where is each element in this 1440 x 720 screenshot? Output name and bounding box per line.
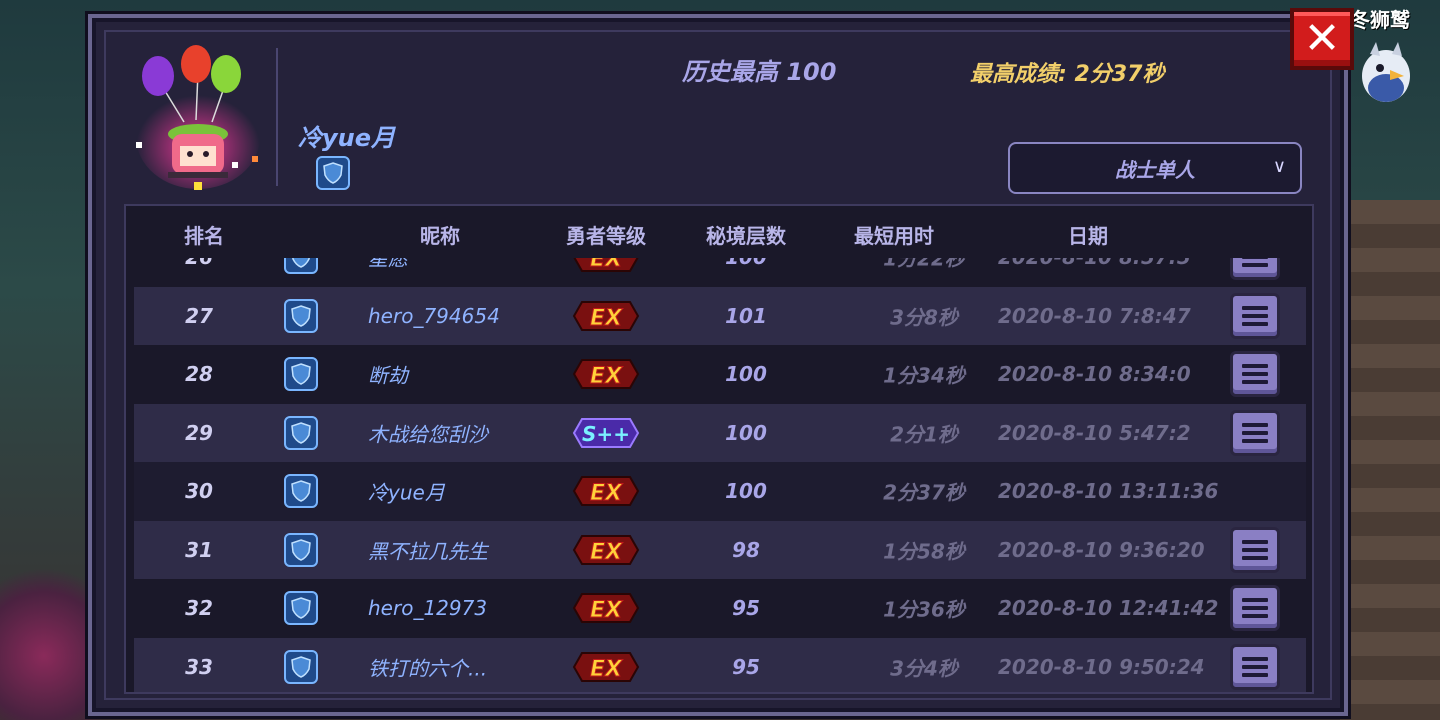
column-nickname: 昵称 bbox=[420, 224, 460, 248]
table-header: 排名 昵称 勇者等级 秘境层数 最短用时 日期 bbox=[126, 206, 1312, 258]
row-date: 2020-8-10 5:47:2 bbox=[998, 420, 1191, 445]
griffin-pet-icon bbox=[1362, 42, 1410, 102]
row-floors: 101 bbox=[725, 303, 767, 328]
mode-dropdown-label: 战士单人 bbox=[1115, 157, 1195, 182]
row-rank: 29 bbox=[185, 420, 213, 445]
table-row[interactable]: 30 冷yue月 EX 100 2分37秒 2020-8-10 13:11:36 bbox=[134, 462, 1306, 521]
svg-text:EX: EX bbox=[590, 598, 623, 623]
table-row[interactable]: 27 hero_794654 EX 101 3分8秒 2020-8-10 7:8:47 bbox=[134, 286, 1306, 345]
row-nickname[interactable]: 木战给您刮沙 bbox=[368, 418, 488, 447]
row-date: 2020-8-10 9:50:24 bbox=[998, 654, 1205, 679]
hero-level-badge-icon: EX bbox=[572, 473, 640, 509]
row-best-time: 2分1秒 bbox=[890, 422, 958, 447]
row-rank: 30 bbox=[185, 479, 213, 504]
row-nickname[interactable]: 铁打的六个... bbox=[368, 652, 487, 681]
svg-text:S++: S++ bbox=[582, 422, 630, 446]
row-nickname[interactable]: 冷yue月 bbox=[368, 477, 445, 506]
column-floors: 秘境层数 bbox=[706, 224, 786, 248]
svg-text:EX: EX bbox=[590, 657, 623, 682]
row-floors: 95 bbox=[732, 654, 760, 679]
hamburger-menu-icon[interactable] bbox=[1230, 643, 1280, 690]
hero-level-badge-icon: EX bbox=[572, 356, 640, 392]
player-name: 冷yue月 bbox=[298, 124, 396, 152]
shield-badge-icon bbox=[284, 415, 318, 450]
hero-level-badge-icon: S++ bbox=[572, 415, 640, 451]
best-time-score: 最高成绩: 2分37秒 bbox=[970, 62, 1165, 87]
column-rank: 排名 bbox=[184, 224, 224, 248]
hamburger-menu-icon[interactable] bbox=[1230, 409, 1280, 456]
hamburger-menu-icon[interactable] bbox=[1230, 351, 1280, 398]
pet-name-label: 冬狮鹫 bbox=[1350, 8, 1410, 32]
row-best-time: 2分37秒 bbox=[883, 480, 965, 505]
row-rank: 31 bbox=[185, 537, 213, 562]
row-date: 2020-8-10 7:8:47 bbox=[998, 303, 1191, 328]
hero-level-badge-icon: EX bbox=[572, 298, 640, 334]
shield-badge-icon bbox=[284, 474, 318, 509]
hero-level-badge-icon: EX bbox=[572, 532, 640, 568]
leaderboard-table[interactable]: 排名 昵称 勇者等级 秘境层数 最短用时 日期 26星愿EX1001分22秒20… bbox=[124, 204, 1314, 694]
row-best-time: 3分8秒 bbox=[890, 305, 958, 330]
close-icon: ✕ bbox=[1303, 13, 1341, 64]
shield-badge-icon bbox=[284, 532, 318, 567]
row-floors: 98 bbox=[732, 537, 760, 562]
table-row[interactable]: 28 断劫 EX 100 1分34秒 2020-8-10 8:34:0 bbox=[134, 345, 1306, 404]
row-best-time: 1分58秒 bbox=[883, 539, 965, 564]
shield-badge-icon bbox=[284, 591, 318, 626]
column-hero-level: 勇者等级 bbox=[566, 224, 646, 248]
row-rank: 33 bbox=[185, 654, 213, 679]
column-date: 日期 bbox=[1068, 224, 1108, 248]
svg-text:EX: EX bbox=[590, 364, 623, 389]
row-floors: 100 bbox=[725, 420, 767, 445]
row-date: 2020-8-10 13:11:36 bbox=[998, 479, 1219, 504]
svg-text:EX: EX bbox=[590, 540, 623, 565]
hamburger-menu-icon[interactable] bbox=[1230, 585, 1280, 632]
hero-level-badge-icon: EX bbox=[572, 649, 640, 685]
table-row[interactable]: 31 黑不拉几先生 EX 98 1分58秒 2020-8-10 9:36:20 bbox=[134, 520, 1306, 579]
row-floors: 100 bbox=[725, 479, 767, 504]
chevron-down-icon: ∨ bbox=[1272, 156, 1286, 177]
table-row[interactable]: 33 铁打的六个... EX 95 3分4秒 2020-8-10 9:50:24 bbox=[134, 637, 1306, 692]
background-wall bbox=[1340, 200, 1440, 720]
row-date: 2020-8-10 8:34:0 bbox=[998, 362, 1191, 387]
table-row[interactable]: 29 木战给您刮沙 S++ 100 2分1秒 2020-8-10 5:47:2 bbox=[134, 403, 1306, 462]
row-nickname[interactable]: 断劫 bbox=[368, 360, 408, 389]
hero-level-badge-icon: EX bbox=[572, 590, 640, 626]
hamburger-menu-icon[interactable] bbox=[1230, 292, 1280, 339]
row-rank: 32 bbox=[185, 596, 213, 621]
table-rows: 26星愿EX1001分22秒2020-8-10 8:57:527hero_794… bbox=[134, 228, 1306, 692]
svg-text:EX: EX bbox=[590, 481, 623, 506]
row-floors: 100 bbox=[725, 362, 767, 387]
header-divider bbox=[276, 48, 278, 186]
row-rank: 28 bbox=[185, 362, 213, 387]
row-date: 2020-8-10 12:41:42 bbox=[998, 596, 1219, 621]
mode-dropdown[interactable]: 战士单人 ∨ bbox=[1008, 142, 1302, 194]
shield-badge-icon bbox=[284, 649, 318, 684]
shield-badge-icon bbox=[284, 298, 318, 333]
history-best-floors: 历史最高 100 bbox=[682, 58, 837, 86]
row-best-time: 1分34秒 bbox=[883, 363, 965, 388]
row-best-time: 1分36秒 bbox=[883, 597, 965, 622]
svg-text:EX: EX bbox=[590, 306, 623, 331]
hamburger-menu-icon[interactable] bbox=[1230, 526, 1280, 573]
row-date: 2020-8-10 9:36:20 bbox=[998, 537, 1205, 562]
row-nickname[interactable]: hero_12973 bbox=[368, 596, 487, 620]
row-nickname[interactable]: hero_794654 bbox=[368, 304, 500, 328]
row-nickname[interactable]: 黑不拉几先生 bbox=[368, 535, 488, 564]
player-character-avatar bbox=[136, 45, 260, 190]
table-row[interactable]: 32 hero_12973 EX 95 1分36秒 2020-8-10 12:41:42 bbox=[134, 579, 1306, 638]
shield-badge-icon bbox=[316, 156, 350, 190]
row-best-time: 3分4秒 bbox=[890, 656, 958, 681]
row-rank: 27 bbox=[185, 303, 213, 328]
row-floors: 95 bbox=[732, 596, 760, 621]
column-best-time: 最短用时 bbox=[854, 224, 934, 248]
shield-badge-icon bbox=[284, 357, 318, 392]
close-button[interactable]: ✕ bbox=[1290, 8, 1354, 70]
